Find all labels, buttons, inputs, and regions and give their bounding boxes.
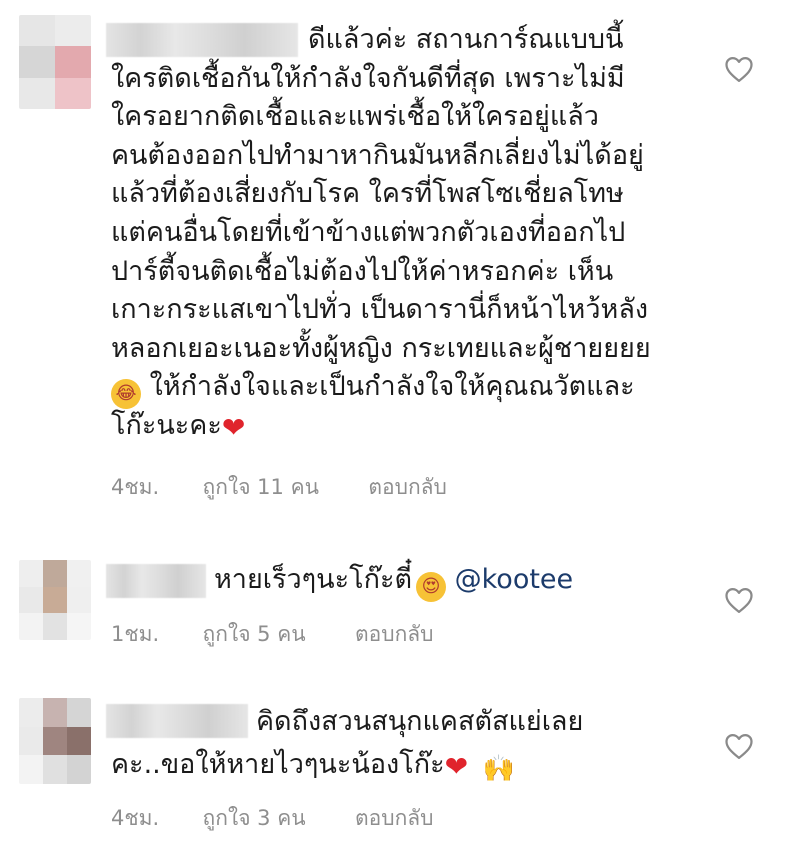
avatar[interactable] (19, 15, 91, 109)
comment-line: เกาะกระแสเขาไปทั่ว เป็นดารานี่ก็หน้าไหว้… (111, 294, 649, 326)
comment-meta: 4ชม. ถูกใจ 11 คน ตอบกลับ (111, 471, 447, 504)
comment-line-with-emoji: โก๊ะนะคะ❤ (111, 407, 651, 446)
comment-line: คะ..ขอให้หายไวๆนะน้องโก๊ะ (111, 749, 445, 780)
comment-line: คิดถึงสวนสนุกแคสตัสแย่เลย (256, 706, 584, 737)
comment-line: คนต้องออกไปทำมาหากินมันหลีกเลี่ยงไม่ได้อ… (111, 139, 644, 171)
comment-line: ใครติดเชื้อกันให้กำลังใจกันดีที่สุด เพรา… (111, 62, 625, 94)
username-blurred[interactable] (106, 564, 206, 598)
comment-text: หายเร็วๆนะโก๊ะตี๋ 😍 @kootee (214, 561, 574, 602)
heart-eyes-emoji: 😍 (416, 572, 447, 602)
heart-outline-icon[interactable] (724, 732, 754, 760)
comment-line: ให้กำลังใจและเป็นกำลังใจให้คุณณวัตและ (149, 371, 635, 403)
avatar[interactable] (19, 560, 91, 640)
comment-line: ใครอยากติดเชื้อและแพร่เชื้อให้ใครอยู่แล้… (111, 101, 599, 133)
username-blurred[interactable] (106, 704, 248, 738)
comment-line: หายเร็วๆนะโก๊ะตี๋ (214, 564, 413, 595)
laughing-tears-emoji: 😂 (111, 379, 141, 410)
reply-button[interactable]: ตอบกลับ (368, 475, 447, 499)
comment-line: แล้วที่ต้องเสี่ยงกับโรค ใครที่โพสโซเชี่ย… (111, 178, 624, 210)
timestamp: 1ชม. (111, 622, 160, 646)
comment-line: ปาร์ตี้จนติดเชื้อไม่ต้องไปให้ค่าหรอกค่ะ … (111, 255, 614, 287)
avatar[interactable] (19, 698, 91, 784)
comment-text: ดีแล้วค่ะ สถานการ์ณแบบนี้ (308, 21, 623, 60)
comment-meta: 1ชม. ถูกใจ 5 คน ตอบกลับ (111, 618, 434, 651)
comment-line: โก๊ะนะคะ (111, 409, 222, 441)
username-blurred[interactable] (106, 23, 298, 57)
like-count[interactable]: ถูกใจ 3 คน (203, 806, 306, 830)
timestamp: 4ชม. (111, 806, 160, 830)
comment-line-with-emoji: 😂 ให้กำลังใจและเป็นกำลังใจให้คุณณวัตและ (111, 368, 651, 410)
reply-button[interactable]: ตอบกลับ (355, 622, 434, 646)
raising-hands-emoji: 🙌 (482, 754, 516, 784)
comment-meta: 4ชม. ถูกใจ 3 คน ตอบกลับ (111, 802, 434, 835)
red-heart-emoji: ❤ (444, 750, 469, 783)
comment-line: แต่คนอื่นโดยที่เข้าข้างแต่พวกตัวเองที่ออ… (111, 216, 626, 248)
like-count[interactable]: ถูกใจ 11 คน (203, 475, 319, 499)
comment-text: คิดถึงสวนสนุกแคสตัสแย่เลย (256, 703, 583, 742)
comment-body: ใครติดเชื้อกันให้กำลังใจกันดีที่สุด เพรา… (111, 60, 651, 446)
reply-button[interactable]: ตอบกลับ (355, 806, 434, 830)
comment-line: ดีแล้วค่ะ สถานการ์ณแบบนี้ (308, 24, 624, 55)
red-heart-emoji: ❤ (221, 410, 246, 444)
heart-outline-icon[interactable] (724, 55, 754, 83)
comment-line-with-mention: หายเร็วๆนะโก๊ะตี๋ 😍 @kootee (214, 561, 574, 602)
timestamp: 4ชม. (111, 475, 160, 499)
mention-link[interactable]: @kootee (455, 564, 574, 595)
like-count[interactable]: ถูกใจ 5 คน (203, 622, 306, 646)
comment-line-with-emoji: คะ..ขอให้หายไวๆนะน้องโก๊ะ❤ 🙌 (111, 746, 515, 785)
comment-body: คะ..ขอให้หายไวๆนะน้องโก๊ะ❤ 🙌 (111, 746, 515, 785)
comment-line: หลอกเยอะเนอะทั้งผู้หญิง กระเทยและผู้ชายย… (111, 332, 651, 364)
heart-outline-icon[interactable] (724, 586, 754, 614)
